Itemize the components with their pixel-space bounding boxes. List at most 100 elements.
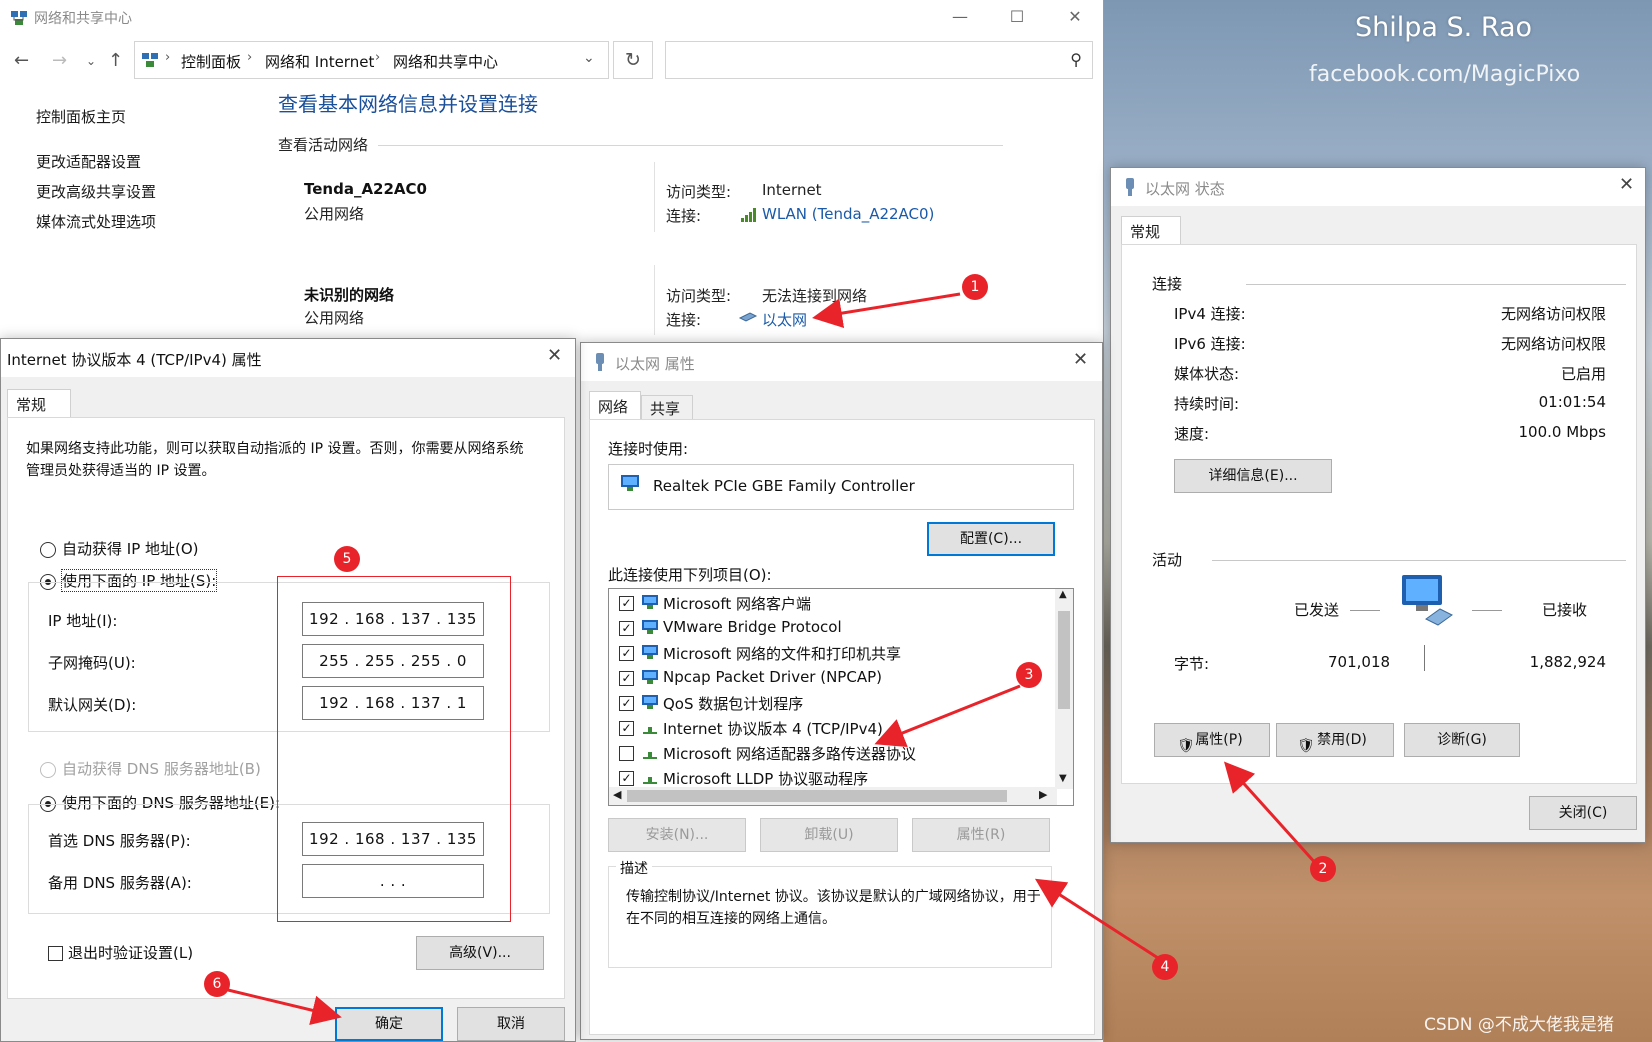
network-activity-icon — [1402, 575, 1453, 626]
checkbox-checked[interactable]: ✓ — [619, 671, 634, 686]
checkbox-checked[interactable]: ✓ — [619, 621, 634, 636]
tab-sharing[interactable]: 共享 — [641, 395, 693, 419]
auto-ip-radio[interactable] — [40, 542, 56, 558]
scroll-left-icon[interactable]: ◀ — [613, 788, 621, 801]
close-icon[interactable]: ✕ — [1619, 174, 1634, 195]
network-center-icon — [11, 11, 27, 25]
refresh-button[interactable]: ↻ — [613, 41, 653, 79]
bytes-received-value: 1,882,924 — [1529, 653, 1606, 671]
auto-dns-label[interactable]: 自动获得 DNS 服务器地址(B) — [62, 758, 261, 779]
wlan-connection-link[interactable]: WLAN (Tenda_A22AC0) — [762, 205, 934, 223]
tab-general[interactable]: 常规 — [1121, 216, 1181, 244]
divider — [378, 145, 1003, 146]
close-dialog-button[interactable]: 关闭(C) — [1529, 796, 1637, 830]
annotation-badge-5: 5 — [334, 546, 360, 572]
scroll-right-icon[interactable]: ▶ — [1039, 788, 1047, 801]
configure-button[interactable]: 配置(C)... — [927, 522, 1055, 556]
received-label: 已接收 — [1542, 601, 1588, 619]
scroll-down-icon[interactable]: ▼ — [1059, 773, 1067, 784]
scroll-up-icon[interactable]: ▲ — [1059, 589, 1067, 600]
access-type-value: Internet — [762, 181, 822, 199]
validate-label[interactable]: 退出时验证设置(L) — [68, 942, 193, 963]
horizontal-scrollbar[interactable]: ◀ ▶ — [609, 787, 1057, 805]
alternate-dns-label: 备用 DNS 服务器(A): — [48, 874, 192, 892]
sidebar-item-control-panel-home[interactable]: 控制面板主页 — [36, 106, 126, 127]
status-panel: 连接 IPv4 连接: 无网络访问权限 IPv6 连接: 无网络访问权限 媒体状… — [1121, 244, 1637, 784]
adapter-field: Realtek PCIe GBE Family Controller — [608, 464, 1074, 510]
checkbox-checked[interactable]: ✓ — [619, 696, 634, 711]
tab-network[interactable]: 网络 — [589, 391, 641, 419]
ok-button[interactable]: 确定 — [335, 1007, 443, 1041]
close-button[interactable]: ✕ — [1061, 6, 1089, 28]
cancel-button[interactable]: 取消 — [457, 1007, 565, 1041]
auto-dns-radio[interactable] — [40, 762, 56, 778]
tab-general[interactable]: 常规 — [7, 389, 71, 417]
annotation-badge-6: 6 — [204, 971, 230, 997]
bytes-label: 字节: — [1174, 655, 1210, 673]
checkbox-checked[interactable]: ✓ — [619, 721, 634, 736]
recent-dropdown-icon[interactable]: ⌄ — [86, 54, 96, 68]
sidebar-item-media-streaming[interactable]: 媒体流式处理选项 — [36, 211, 156, 232]
network-type: 公用网络 — [304, 309, 365, 327]
ethernet-connection-link[interactable]: 以太网 — [762, 309, 807, 330]
speed-label: 速度: — [1174, 425, 1210, 443]
sidebar-item-adapter-settings[interactable]: 更改适配器设置 — [36, 151, 141, 172]
diagnose-button[interactable]: 诊断(G) — [1404, 723, 1520, 757]
ip-address-label: IP 地址(I): — [48, 612, 118, 630]
forward-arrow-icon[interactable]: → — [52, 50, 67, 71]
breadcrumb-network-center[interactable]: 网络和共享中心 — [393, 51, 498, 72]
ethernet-plug-icon — [596, 353, 604, 371]
breadcrumb-control-panel[interactable]: 控制面板 — [181, 51, 241, 72]
network-name: Tenda_A22AC0 — [304, 180, 427, 198]
advanced-button[interactable]: 高级(V)... — [416, 936, 544, 970]
annotation-badge-2: 2 — [1310, 856, 1336, 882]
close-icon[interactable]: ✕ — [547, 345, 562, 366]
install-button[interactable]: 安装(N)... — [608, 818, 746, 852]
media-state-value: 已启用 — [1560, 365, 1606, 383]
access-type-value: 无法连接到网络 — [762, 287, 868, 305]
network-adapter-icon — [621, 475, 639, 491]
window-title: 网络和共享中心 — [34, 11, 132, 27]
breadcrumb-separator: › — [375, 50, 381, 65]
protocol-icon — [643, 777, 657, 784]
search-input[interactable]: ⚲ — [665, 41, 1093, 79]
shield-icon: 🛡 — [1177, 738, 1195, 754]
close-icon[interactable]: ✕ — [1073, 349, 1088, 370]
maximize-button[interactable]: ☐ — [1003, 6, 1031, 28]
checkbox-checked[interactable]: ✓ — [619, 646, 634, 661]
address-bar[interactable]: › 控制面板 › 网络和 Internet › 网络和共享中心 ⌄ — [134, 41, 609, 79]
breadcrumb-network-internet[interactable]: 网络和 Internet — [265, 51, 374, 72]
divider — [1212, 560, 1626, 561]
uninstall-button[interactable]: 卸载(U) — [760, 818, 898, 852]
minimize-button[interactable]: — — [946, 6, 974, 28]
dialog-title: 以太网 状态 — [1145, 180, 1225, 198]
vertical-scrollbar[interactable]: ▲ ▼ — [1055, 589, 1073, 789]
items-label: 此连接使用下列项目(O): — [608, 566, 772, 584]
sidebar-item-advanced-sharing[interactable]: 更改高级共享设置 — [36, 181, 156, 202]
divider — [1424, 645, 1425, 671]
disable-button[interactable]: 🛡 禁用(D) — [1276, 723, 1394, 757]
connection-label: 连接: — [666, 207, 702, 225]
sent-label: 已发送 — [1294, 601, 1340, 619]
scrollbar-thumb[interactable] — [1058, 611, 1070, 709]
back-arrow-icon[interactable]: ← — [14, 50, 29, 71]
checkbox-unchecked[interactable] — [619, 746, 634, 761]
checkbox-checked[interactable]: ✓ — [619, 771, 634, 786]
annotation-badge-3: 3 — [1016, 662, 1042, 688]
validate-checkbox[interactable] — [48, 946, 63, 961]
list-item-label: Microsoft 网络的文件和打印机共享 — [663, 645, 902, 663]
divider — [654, 265, 655, 335]
checkbox-checked[interactable]: ✓ — [619, 596, 634, 611]
up-arrow-icon[interactable]: ↑ — [108, 50, 123, 71]
highlight-box — [277, 576, 511, 922]
components-list[interactable]: ✓ Microsoft 网络客户端 ✓ VMware Bridge Protocol… — [608, 588, 1074, 806]
auto-ip-label[interactable]: 自动获得 IP 地址(O) — [62, 538, 199, 559]
item-properties-button[interactable]: 属性(R) — [912, 818, 1050, 852]
description-text: 传输控制协议/Internet 协议。该协议是默认的广域网络协议，用于在不同的相… — [626, 889, 1041, 927]
chevron-down-icon[interactable]: ⌄ — [583, 50, 595, 66]
details-button[interactable]: 详细信息(E)... — [1174, 459, 1332, 493]
scrollbar-thumb[interactable] — [627, 790, 1007, 802]
properties-button[interactable]: 🛡 属性(P) — [1154, 723, 1270, 757]
network-client-icon — [642, 670, 658, 684]
subnet-mask-label: 子网掩码(U): — [48, 654, 136, 672]
